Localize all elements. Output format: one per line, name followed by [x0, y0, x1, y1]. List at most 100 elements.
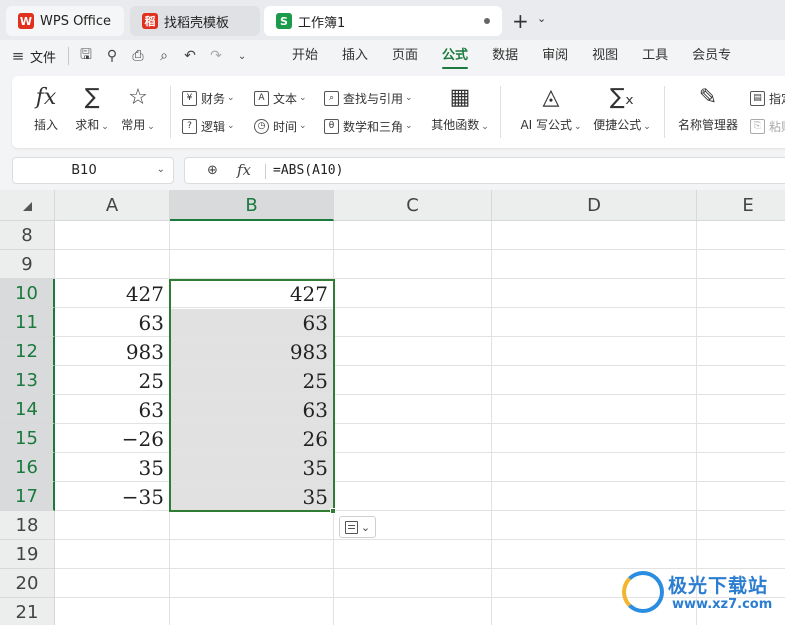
cell-a17[interactable]: −35: [55, 482, 170, 511]
tab-review[interactable]: 审阅: [530, 40, 580, 72]
chevron-down-icon: ⌄: [360, 520, 371, 534]
file-menu[interactable]: 文件: [30, 47, 56, 66]
tab-data[interactable]: 数据: [480, 40, 530, 72]
math-trig-button[interactable]: θ 数学和三角 ⌄: [324, 115, 413, 137]
share-icon[interactable]: ⚲: [99, 44, 125, 68]
redo-icon[interactable]: ↷: [203, 44, 229, 68]
formula-text: =ABS(A10): [273, 163, 344, 178]
row-header-9[interactable]: 9: [0, 250, 55, 279]
gridline: [55, 539, 785, 540]
cell-a10[interactable]: 427: [55, 279, 170, 308]
new-tab-icon[interactable]: +: [512, 9, 529, 33]
paste-options-button[interactable]: ⌄: [339, 516, 376, 538]
finance-button[interactable]: ¥ 财务 ⌄: [182, 87, 235, 109]
row-header-8[interactable]: 8: [0, 221, 55, 250]
divider: [500, 86, 501, 138]
cell-a13[interactable]: 25: [55, 366, 170, 395]
ribbon-tabs: 开始 插入 页面 公式 数据 审阅 视图 工具 会员专: [280, 40, 743, 72]
other-functions-button[interactable]: ▦ 其他函数 ⌄: [430, 84, 490, 133]
watermark: 极光下载站 www.xz7.com: [622, 567, 782, 623]
lookup-reference-button[interactable]: ⌕ 查找与引用 ⌄: [324, 87, 413, 109]
tab-insert[interactable]: 插入: [330, 40, 380, 72]
print-icon[interactable]: ⎙: [125, 44, 151, 68]
logic-button[interactable]: ? 逻辑 ⌄: [182, 115, 235, 137]
ai-formula-button[interactable]: ◬ AI 写公式 ⌄: [518, 84, 584, 133]
row-header-18[interactable]: 18: [0, 511, 55, 540]
row-header-14[interactable]: 14: [0, 395, 55, 424]
common-functions-button[interactable]: ☆ 常用 ⌄: [116, 84, 160, 133]
tab-workbook[interactable]: S 工作簿1: [264, 6, 502, 36]
sum-button[interactable]: ∑ 求和 ⌄: [70, 84, 114, 133]
clock-icon: ◷: [254, 118, 269, 134]
unsaved-dot-icon[interactable]: [484, 18, 490, 24]
tab-label: 工作簿1: [298, 15, 346, 31]
row-header-12[interactable]: 12: [0, 337, 55, 366]
tab-page[interactable]: 页面: [380, 40, 430, 72]
row-header-17[interactable]: 17: [0, 482, 55, 511]
chevron-down-icon[interactable]: ⌄: [157, 164, 165, 175]
row-header-13[interactable]: 13: [0, 366, 55, 395]
formula-input[interactable]: ⊕ fx =ABS(A10): [184, 157, 785, 184]
select-all-corner[interactable]: [0, 190, 55, 221]
title-tab-bar: W WPS Office 稻 找稻壳模板 S 工作簿1 + ⌄: [0, 0, 785, 40]
tab-docer-templates[interactable]: 稻 找稻壳模板: [130, 6, 260, 36]
chevron-down-icon[interactable]: ⌄: [537, 12, 546, 25]
lookup-icon: ⌕: [324, 90, 339, 106]
column-header-c[interactable]: C: [334, 190, 492, 221]
finance-icon: ¥: [182, 90, 197, 106]
insert-function-button[interactable]: fx 插入: [24, 84, 68, 133]
column-header-a[interactable]: A: [55, 190, 170, 221]
save-icon[interactable]: 🖫: [73, 44, 99, 68]
row-header-15[interactable]: 15: [0, 424, 55, 453]
paste-icon: ⎘: [750, 118, 765, 134]
quick-formula-button[interactable]: ∑ₓ 便捷公式 ⌄: [592, 84, 652, 133]
gridline: [55, 249, 785, 250]
row-header-19[interactable]: 19: [0, 540, 55, 569]
tab-formula[interactable]: 公式: [430, 40, 480, 72]
name-box[interactable]: B10 ⌄: [12, 157, 174, 184]
row-header-21[interactable]: 21: [0, 598, 55, 625]
undo-icon[interactable]: ↶: [177, 44, 203, 68]
sigma-icon: ∑: [84, 85, 100, 110]
text-icon: A: [254, 90, 269, 106]
tab-view[interactable]: 视图: [580, 40, 630, 72]
tab-label: 找稻壳模板: [164, 15, 230, 31]
row-header-10[interactable]: 10: [0, 279, 55, 308]
ribbon-area: fx 插入 ∑ 求和 ⌄ ☆ 常用 ⌄ ¥ 财务 ⌄ ? 逻辑 ⌄ A 文本 ⌄ ◷ 时间 ⌄ ⌕ 查…: [0, 72, 785, 154]
cell-a12[interactable]: 983: [55, 337, 170, 366]
column-header-d[interactable]: D: [492, 190, 697, 221]
menu-bar: ≡ 文件 🖫 ⚲ ⎙ ⌕ ↶ ↷ ⌄ 开始 插入 页面 公式 数据 审阅 视图 …: [0, 40, 785, 72]
divider: [68, 47, 70, 65]
hamburger-menu-icon[interactable]: ≡: [6, 44, 30, 68]
docer-icon: 稻: [142, 13, 158, 29]
spreadsheet-grid[interactable]: A B C D E 8 9 10 427 427 11 63 63 12 983 983 13 25 25 14 63 6…: [0, 190, 785, 625]
time-button[interactable]: ◷ 时间 ⌄: [254, 115, 307, 137]
row-header-16[interactable]: 16: [0, 453, 55, 482]
more-chevron-icon[interactable]: ⌄: [229, 44, 255, 68]
row-header-20[interactable]: 20: [0, 569, 55, 598]
column-header-e[interactable]: E: [697, 190, 785, 221]
name-manager-icon: ✎: [698, 85, 718, 110]
fill-handle[interactable]: [330, 508, 336, 514]
selection-border: [169, 279, 335, 512]
tab-label: WPS Office: [40, 13, 112, 29]
paste-button[interactable]: ⎘粘贴: [750, 115, 785, 137]
cell-a15[interactable]: −26: [55, 424, 170, 453]
tab-start[interactable]: 开始: [280, 40, 330, 72]
row-header-11[interactable]: 11: [0, 308, 55, 337]
cell-a14[interactable]: 63: [55, 395, 170, 424]
tab-member[interactable]: 会员专: [680, 40, 743, 72]
print-preview-icon[interactable]: ⌕: [151, 44, 177, 68]
zoom-icon[interactable]: ⊕: [207, 163, 218, 178]
divider: [664, 86, 665, 138]
fx-icon[interactable]: fx: [237, 161, 251, 179]
column-header-b[interactable]: B: [170, 190, 334, 221]
divider: [170, 86, 171, 138]
tab-wps-office[interactable]: W WPS Office: [6, 6, 124, 36]
name-manager-button[interactable]: ✎ 名称管理器: [676, 84, 740, 133]
tab-tools[interactable]: 工具: [630, 40, 680, 72]
specify-button[interactable]: ▤指定: [750, 87, 785, 109]
cell-a11[interactable]: 63: [55, 308, 170, 337]
text-button[interactable]: A 文本 ⌄: [254, 87, 307, 109]
cell-a16[interactable]: 35: [55, 453, 170, 482]
